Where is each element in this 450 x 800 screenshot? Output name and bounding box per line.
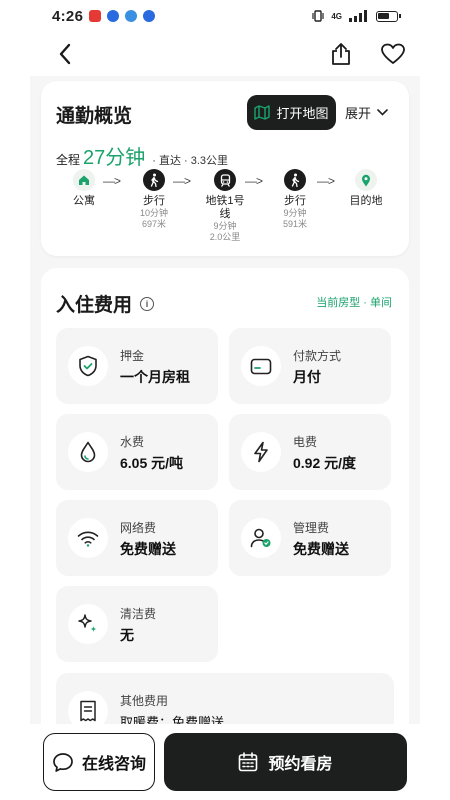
step-distance: 697米 [141,219,167,229]
fee-label: 其他费用 [120,694,169,708]
back-button[interactable] [50,39,80,69]
home-icon [73,169,95,191]
fee-tile-payment: 付款方式 月付 [229,328,391,404]
sparkle-icon [68,604,108,644]
route-steps: 公寓 —> 步行 10分钟 697米 —> 地铁1号线 9分钟 2.0公里 —>… [41,169,409,249]
card-icon [241,346,281,386]
wifi-icon [68,518,108,558]
open-map-label: 打开地图 [276,106,329,121]
chat-bubble-icon [53,752,73,772]
expand-label: 展开 [345,106,372,121]
fee-tile-internet: 网络费 免费赠送 [56,500,218,576]
signal-icon [349,10,367,22]
share-button[interactable] [326,39,356,69]
status-bar: 4:26 4G [0,0,450,32]
fee-label: 清洁费 [120,607,157,621]
open-map-button[interactable]: 打开地图 [247,95,336,130]
heart-icon [381,43,405,64]
user-manage-icon [241,518,281,558]
step-label: 目的地 [349,195,383,207]
network-type: 4G [331,11,342,21]
walk-icon [143,169,165,191]
fee-label: 付款方式 [293,349,342,363]
route-arrow: —> [317,174,335,188]
fee-tile-electricity: 电费 0.92 元/度 [229,414,391,490]
step-label: 步行 [143,195,165,207]
step-distance: 2.0公里 [209,232,241,242]
step-duration: 9分钟 [213,221,237,231]
lightning-icon [241,432,281,472]
chevron-left-icon [59,43,71,65]
commute-card: 通勤概览 打开地图 展开 全程 27分钟 · 直达 · 3.3公里 公寓 —> … [41,81,409,256]
favorite-button[interactable] [378,39,408,69]
fee-value: 免费赠送 [293,541,349,557]
chevron-down-icon [377,109,388,116]
fee-tile-management: 管理费 免费赠送 [229,500,391,576]
fee-tile-water: 水费 6.05 元/吨 [56,414,218,490]
step-duration: 10分钟 [139,208,168,218]
app-notification-icon [107,10,120,22]
commute-duration: 27分钟 [83,147,146,169]
fee-value: 月付 [293,369,321,385]
summary-prefix: 全程 [56,153,81,167]
vibrate-icon [312,10,324,22]
step-duration: 9分钟 [283,208,307,218]
fees-title-text: 入住费用 [56,295,133,316]
step-distance: 591米 [282,219,308,229]
expand-button[interactable]: 展开 [345,103,388,122]
fees-card: 入住费用 i 当前房型 · 单间 押金 一个月房租 付款方式 月付 水费 6.0… [41,268,409,738]
location-pin-icon [355,169,377,191]
fee-tile-cleaning: 清洁费 无 [56,586,218,662]
fee-label: 电费 [293,435,318,449]
shield-check-icon [68,346,108,386]
app-notification-icon [89,10,102,22]
water-drop-icon [68,432,108,472]
fee-tile-deposit: 押金 一个月房租 [56,328,218,404]
fee-label: 押金 [120,349,145,363]
step-label: 公寓 [73,195,95,207]
app-notification-icon [143,10,156,22]
route-step-destination: 目的地 [336,169,396,208]
route-arrow: —> [173,174,191,188]
fee-label: 网络费 [120,521,157,535]
calendar-icon [239,752,258,772]
nav-bar [0,32,450,76]
walk-icon [284,169,306,191]
share-icon [332,43,350,65]
book-viewing-label: 预约看房 [268,756,333,773]
step-label: 步行 [284,195,306,207]
map-icon [254,105,271,120]
commute-title: 通勤概览 [56,106,133,127]
online-consult-button[interactable]: 在线咨询 [43,733,155,791]
room-type-tag[interactable]: 当前房型 · 单间 [316,294,392,310]
battery-icon [376,10,401,22]
route-arrow: —> [245,174,263,188]
fee-value: 一个月房租 [120,369,190,385]
fee-value: 0.92 元/度 [293,455,357,471]
info-icon[interactable]: i [140,296,155,311]
bottom-action-bar: 在线咨询 预约看房 [0,724,450,800]
status-right: 4G [311,10,401,22]
app-notification-icon [125,10,138,22]
route-arrow: —> [103,174,121,188]
commute-summary: 全程 27分钟 · 直达 · 3.3公里 [56,141,228,170]
status-time: 4:26 [52,7,84,25]
commute-meta: · 直达 · 3.3公里 [152,155,229,167]
fee-value: 无 [120,627,134,643]
subway-icon [214,169,236,191]
fees-title: 入住费用 i [56,290,155,317]
route-step-walk: 步行 9分钟 591米 [265,169,325,230]
online-consult-label: 在线咨询 [81,756,146,773]
fee-value: 6.05 元/吨 [120,455,184,471]
book-viewing-button[interactable]: 预约看房 [164,733,407,791]
nav-actions [326,39,408,69]
fee-value: 免费赠送 [120,541,176,557]
status-left: 4:26 [52,7,156,25]
fee-label: 水费 [120,435,145,449]
fee-label: 管理费 [293,521,330,535]
step-label: 地铁1号线 [205,195,245,220]
